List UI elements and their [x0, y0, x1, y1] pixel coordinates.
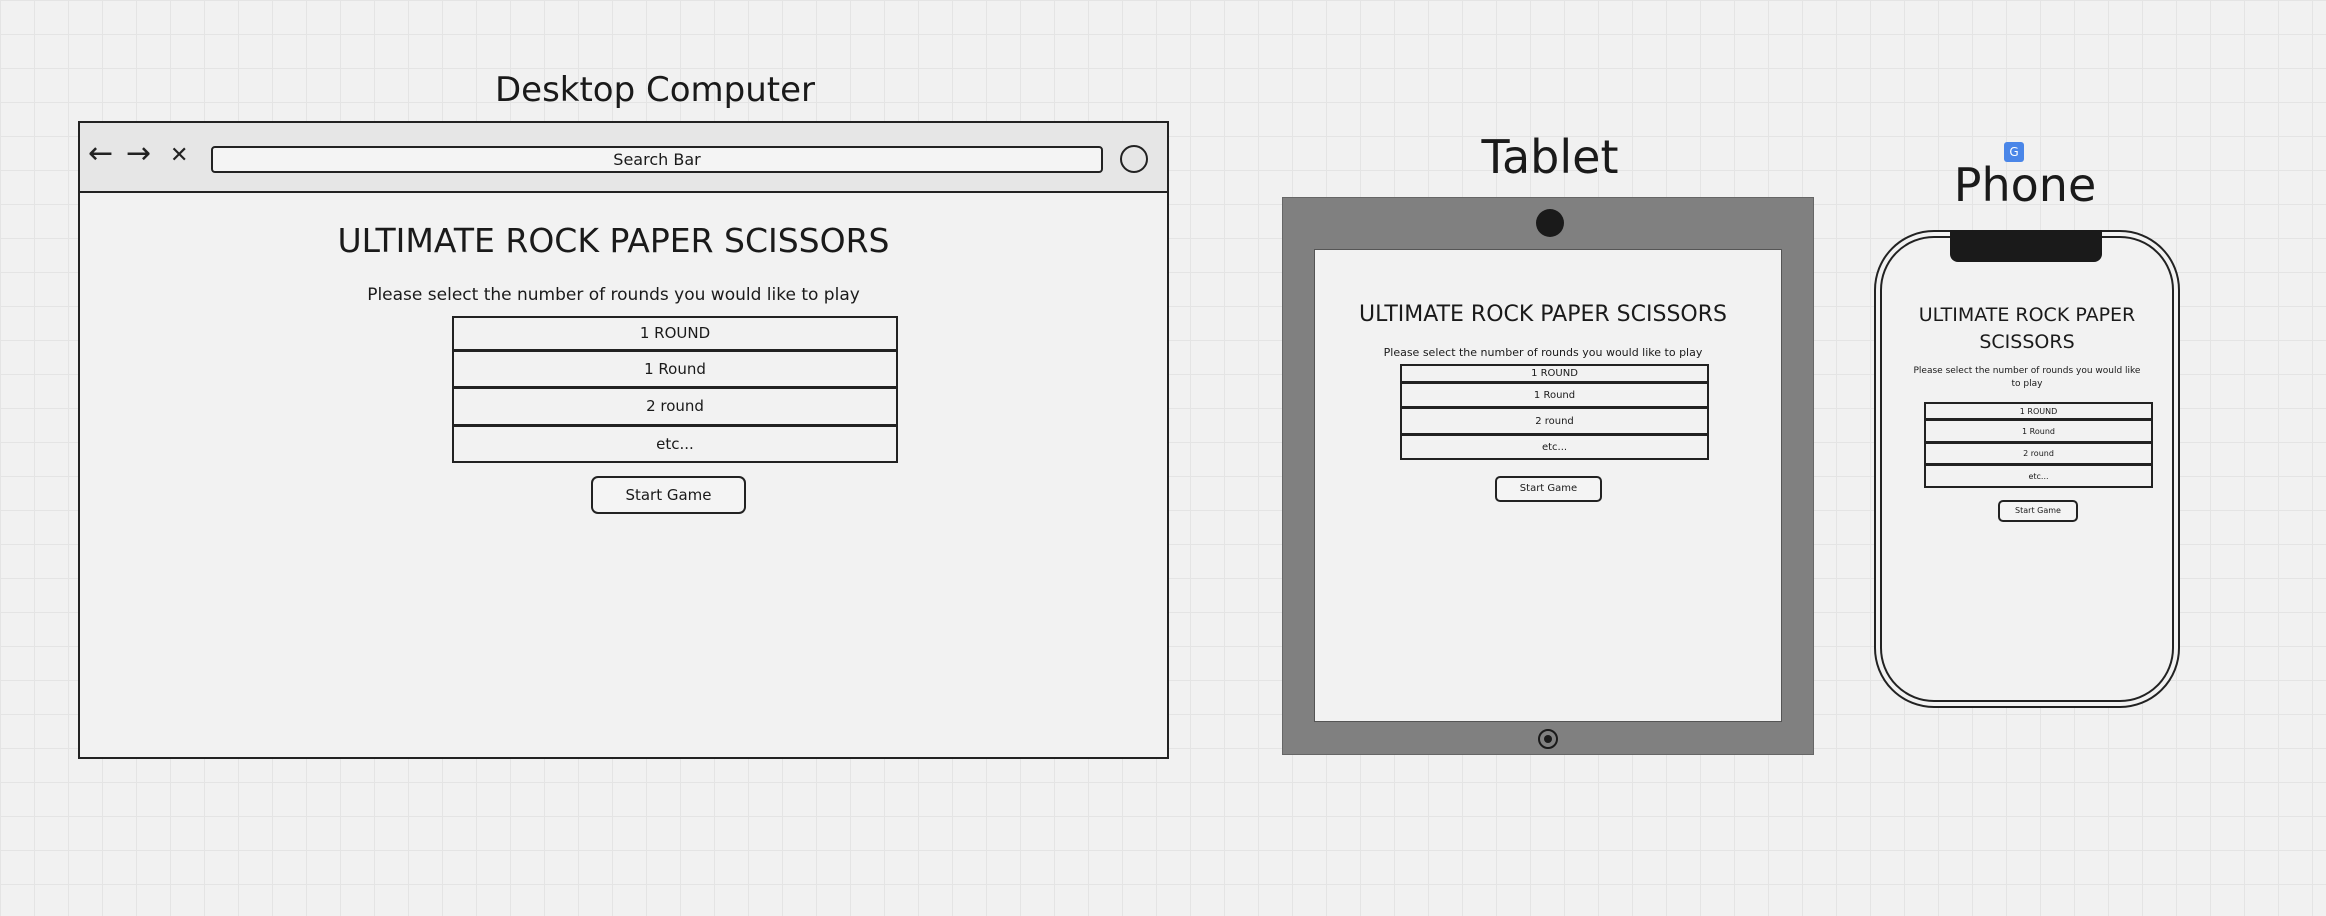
round-option[interactable]: 1 ROUND [452, 316, 898, 351]
menu-circle-icon[interactable] [1120, 145, 1148, 173]
page-title: ULTIMATE ROCK PAPER SCISSORS [337, 221, 890, 260]
desktop-frame: ← → ✕ Search Bar ULTIMATE ROCK PAPER SCI… [78, 121, 1169, 759]
tablet-label: Tablet [1481, 130, 1619, 184]
phone-notch [1950, 230, 2102, 262]
start-game-button[interactable]: Start Game [1495, 476, 1602, 502]
forward-arrow-icon[interactable]: → [126, 139, 151, 169]
start-game-button[interactable]: Start Game [591, 476, 746, 514]
round-option[interactable]: 1 Round [452, 350, 898, 388]
back-arrow-icon[interactable]: ← [88, 139, 113, 169]
phone-label: Phone [1953, 158, 2097, 212]
round-option[interactable]: etc... [1924, 464, 2153, 488]
browser-toolbar: ← → ✕ Search Bar [80, 123, 1167, 193]
camera-icon [1536, 209, 1564, 237]
tablet-frame: ULTIMATE ROCK PAPER SCISSORS Please sele… [1282, 197, 1814, 755]
rounds-prompt: Please select the number of rounds you w… [367, 285, 860, 305]
round-option[interactable]: 2 round [452, 387, 898, 426]
start-game-button[interactable]: Start Game [1998, 500, 2078, 522]
page-title-line1: ULTIMATE ROCK PAPER [1918, 304, 2136, 326]
page-title: ULTIMATE ROCK PAPER SCISSORS [1359, 302, 1727, 327]
round-option[interactable]: etc... [1400, 434, 1709, 460]
desktop-label: Desktop Computer [494, 70, 816, 110]
tablet-screen: ULTIMATE ROCK PAPER SCISSORS Please sele… [1314, 249, 1782, 722]
round-option[interactable]: 2 round [1400, 407, 1709, 435]
home-button-icon[interactable] [1538, 729, 1558, 749]
round-option[interactable]: 1 ROUND [1924, 402, 2153, 420]
rounds-prompt-line1: Please select the number of rounds you w… [1913, 366, 2141, 376]
round-option[interactable]: 1 ROUND [1400, 364, 1709, 383]
round-option[interactable]: etc... [452, 425, 898, 463]
round-option[interactable]: 1 Round [1400, 382, 1709, 408]
rounds-prompt: Please select the number of rounds you w… [1383, 346, 1703, 359]
search-bar[interactable]: Search Bar [211, 146, 1103, 173]
round-option[interactable]: 1 Round [1924, 419, 2153, 443]
rounds-prompt-line2: to play [2011, 379, 2043, 389]
phone-frame: ULTIMATE ROCK PAPER SCISSORS Please sele… [1874, 230, 2180, 708]
round-option[interactable]: 2 round [1924, 442, 2153, 465]
close-icon[interactable]: ✕ [170, 141, 188, 171]
page-title-line2: SCISSORS [1979, 331, 2075, 353]
